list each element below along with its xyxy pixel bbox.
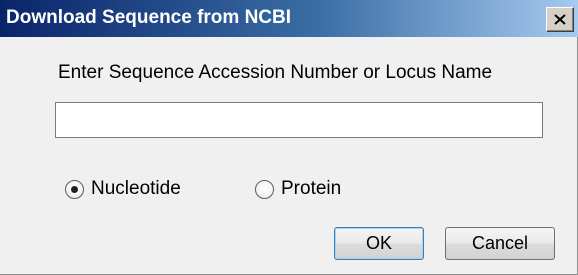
protein-label[interactable]: Protein xyxy=(281,178,341,200)
accession-input[interactable] xyxy=(55,102,543,138)
dialog-window: Download Sequence from NCBI Enter Sequen… xyxy=(0,0,578,275)
radio-selected-dot xyxy=(71,185,78,193)
nucleotide-radio-option[interactable]: Nucleotide xyxy=(65,178,181,200)
cancel-button[interactable]: Cancel xyxy=(445,227,555,260)
accession-prompt-label: Enter Sequence Accession Number or Locus… xyxy=(58,62,493,83)
nucleotide-radio[interactable] xyxy=(65,179,84,199)
title-bar[interactable]: Download Sequence from NCBI xyxy=(0,0,578,37)
nucleotide-label[interactable]: Nucleotide xyxy=(91,178,181,200)
close-button[interactable] xyxy=(546,7,574,32)
close-icon xyxy=(554,14,566,25)
protein-radio[interactable] xyxy=(255,179,274,199)
protein-radio-option[interactable]: Protein xyxy=(255,178,341,200)
ok-button[interactable]: OK xyxy=(334,227,424,260)
window-title: Download Sequence from NCBI xyxy=(6,7,292,28)
